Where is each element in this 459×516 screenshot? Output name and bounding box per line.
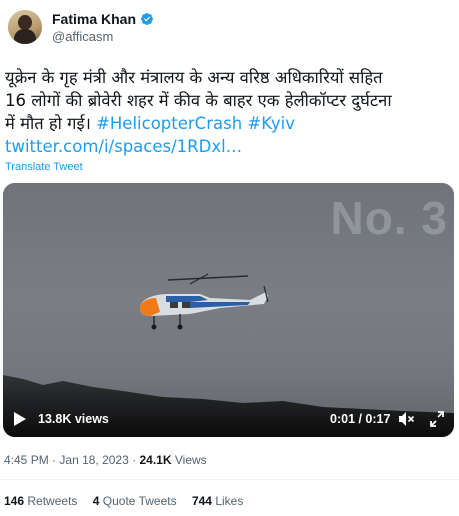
mute-icon[interactable] bbox=[397, 410, 415, 428]
avatar[interactable] bbox=[8, 10, 42, 44]
tweet-stats-row: 146 Retweets 4 Quote Tweets 744 Likes bbox=[4, 494, 255, 508]
retweets-stat[interactable]: 146 Retweets bbox=[4, 494, 77, 508]
helicopter-image bbox=[140, 273, 269, 330]
hashtag-kyiv[interactable]: #Kyiv bbox=[247, 114, 295, 133]
views-label: Views bbox=[174, 453, 207, 467]
verified-badge-icon bbox=[141, 13, 153, 25]
tweet-time[interactable]: 4:45 PM bbox=[4, 453, 49, 467]
tweet-date[interactable]: Jan 18, 2023 bbox=[59, 453, 128, 467]
tweet-timestamp-row: 4:45 PM · Jan 18, 2023 · 24.1K Views bbox=[4, 453, 207, 467]
quote-tweets-stat[interactable]: 4 Quote Tweets bbox=[93, 494, 177, 508]
views-count: 24.1K bbox=[139, 453, 172, 467]
fullscreen-icon[interactable] bbox=[429, 410, 445, 428]
divider bbox=[0, 479, 459, 480]
video-time: 0:01 / 0:17 bbox=[330, 412, 391, 426]
tweet-link[interactable]: twitter.com/i/spaces/1RDxl… bbox=[5, 135, 453, 158]
tweet-text: यूक्रेन के गृह मंत्री और मंत्रालय के अन्… bbox=[5, 66, 453, 158]
tweet-line-3: में मौत हो गई। #HelicopterCrash #Kyiv bbox=[5, 112, 453, 135]
play-icon[interactable] bbox=[13, 411, 27, 427]
likes-stat[interactable]: 744 Likes bbox=[192, 494, 243, 508]
retweets-count: 146 bbox=[4, 494, 25, 508]
tweet-line-2: 16 लोगों की ब्रोवेरी शहर में कीव के बाहर… bbox=[5, 91, 392, 110]
hashtag-helicoptercrash[interactable]: #HelicopterCrash bbox=[96, 114, 242, 133]
likes-count: 744 bbox=[191, 494, 212, 508]
display-name[interactable]: Fatima Khan bbox=[52, 11, 136, 27]
video-controls: 13.8K views 0:01 / 0:17 bbox=[3, 400, 454, 437]
tweet-line-3-text: में मौत हो गई। bbox=[5, 114, 97, 133]
translate-tweet-link[interactable]: Translate Tweet bbox=[5, 161, 83, 173]
likes-label: Likes bbox=[215, 494, 244, 508]
video-views: 13.8K views bbox=[38, 412, 109, 426]
tweet-header: Fatima Khan @afficasm bbox=[8, 10, 154, 56]
retweets-label: Retweets bbox=[27, 494, 78, 508]
quote-tweets-label: Quote Tweets bbox=[102, 494, 177, 508]
user-handle[interactable]: @afficasm bbox=[52, 29, 154, 44]
quote-tweets-count: 4 bbox=[92, 494, 100, 508]
tweet-line-1: यूक्रेन के गृह मंत्री और मंत्रालय के अन्… bbox=[5, 68, 383, 87]
video-watermark: No. 3 bbox=[330, 192, 448, 244]
user-meta: Fatima Khan @afficasm bbox=[52, 11, 154, 44]
